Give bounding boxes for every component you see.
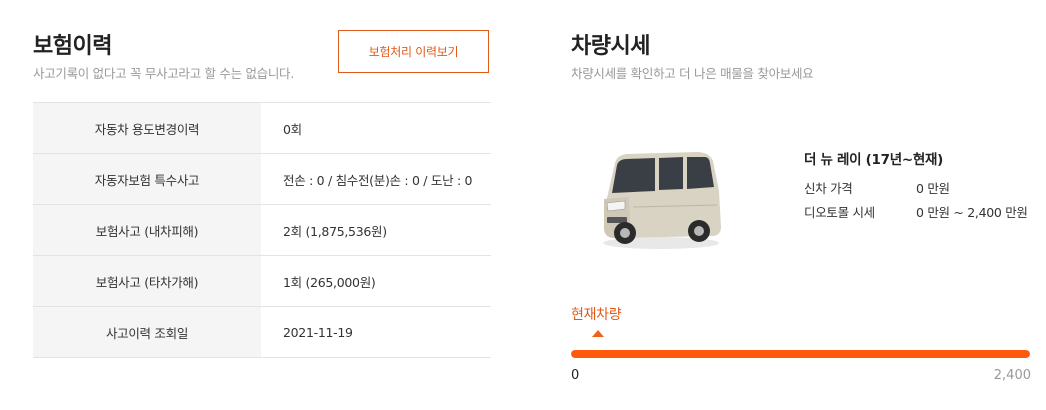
- current-vehicle-label: 현재차량: [571, 307, 622, 323]
- table-row: 보험사고 (타차가해) 1회 (265,000원): [33, 255, 491, 307]
- price-range-bar: [571, 350, 1030, 358]
- new-price-value: 0 만원: [916, 181, 950, 196]
- row-value: 2021-11-19: [261, 306, 491, 358]
- row-label: 보험사고 (타차가해): [33, 255, 261, 307]
- new-price-row: 신차 가격 0 만원: [804, 178, 950, 197]
- market-subtitle: 차량시세를 확인하고 더 나은 매물을 찾아보세요: [571, 66, 814, 81]
- table-row: 사고이력 조회일 2021-11-19: [33, 306, 491, 358]
- market-price-row: 디오토몰 시세 0 만원 ~ 2,400 만원: [804, 202, 1028, 221]
- market-price-value: 0 만원 ~ 2,400 만원: [916, 205, 1028, 220]
- price-scale-max: 2,400: [993, 368, 1031, 383]
- row-value: 0회: [261, 102, 491, 154]
- row-label: 자동자보험 특수사고: [33, 153, 261, 205]
- row-label: 사고이력 조회일: [33, 306, 261, 358]
- new-price-label: 신차 가격: [804, 181, 853, 196]
- insurance-subtitle: 사고기록이 없다고 꼭 무사고라고 할 수는 없습니다.: [33, 66, 294, 81]
- car-photo: [603, 152, 721, 249]
- insurance-history-button[interactable]: 보험처리 이력보기: [338, 30, 489, 73]
- row-label: 보험사고 (내차피해): [33, 204, 261, 256]
- insurance-history-table: 자동차 용도변경이력 0회 자동자보험 특수사고 전손 : 0 / 침수전(분)…: [33, 102, 491, 358]
- table-row: 자동차 용도변경이력 0회: [33, 102, 491, 154]
- insurance-title: 보험이력: [33, 34, 112, 59]
- price-range-fill: [571, 350, 1030, 358]
- table-row: 자동자보험 특수사고 전손 : 0 / 침수전(분)손 : 0 / 도난 : 0: [33, 153, 491, 205]
- price-scale-min: 0: [571, 368, 580, 383]
- table-row: 보험사고 (내차피해) 2회 (1,875,536원): [33, 204, 491, 256]
- current-vehicle-marker-icon: [592, 330, 604, 337]
- car-model-name: 더 뉴 레이 (17년~현재): [804, 152, 943, 168]
- row-value: 2회 (1,875,536원): [261, 204, 491, 256]
- row-value: 1회 (265,000원): [261, 255, 491, 307]
- row-value: 전손 : 0 / 침수전(분)손 : 0 / 도난 : 0: [261, 153, 491, 205]
- market-price-label: 디오토몰 시세: [804, 205, 875, 220]
- market-title: 차량시세: [571, 34, 650, 59]
- row-label: 자동차 용도변경이력: [33, 102, 261, 154]
